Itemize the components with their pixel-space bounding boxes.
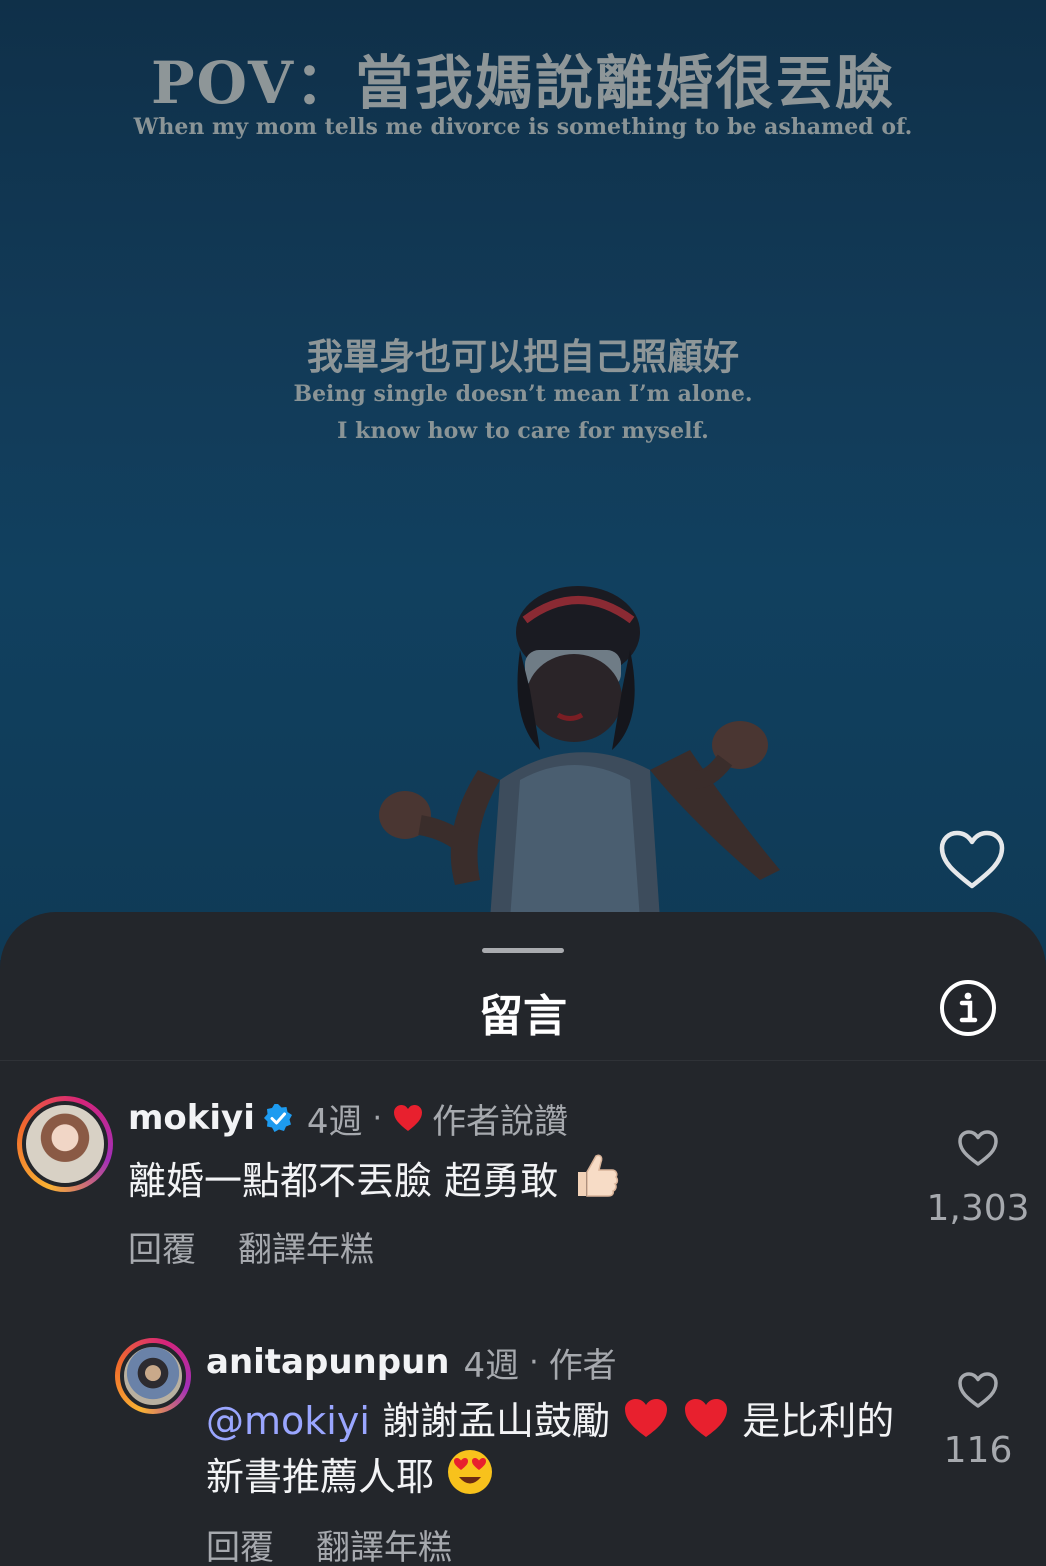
translate-button[interactable]: 翻譯年糕 bbox=[238, 1222, 374, 1271]
comment-text: @mokiyi 謝謝孟山鼓勵 是比利的新書推薦人耶 bbox=[206, 1394, 926, 1504]
video-caption-line: I know how to care for myself. bbox=[337, 418, 709, 444]
sheet-grabber[interactable] bbox=[482, 948, 564, 953]
comment-text-content: 離婚一點都不丟臉 超勇敢 bbox=[128, 1159, 559, 1203]
red-heart-icon bbox=[394, 1105, 423, 1131]
heart-outline-icon[interactable] bbox=[936, 828, 1008, 892]
author-liked-label: 作者說讚 bbox=[432, 1101, 569, 1142]
reply-button[interactable]: 回覆 bbox=[128, 1222, 196, 1271]
avatar[interactable] bbox=[115, 1338, 191, 1414]
comment-time: 4週 bbox=[463, 1345, 520, 1386]
sheet-title: 留言 bbox=[479, 991, 567, 1042]
comment-actions: 回覆 翻譯年糕 bbox=[128, 1222, 374, 1271]
verified-badge-icon bbox=[263, 1104, 292, 1132]
video-caption-title: POV：當我媽說離婚很丟臉 bbox=[150, 49, 896, 117]
like-count: 1,303 bbox=[926, 1188, 1030, 1229]
info-icon[interactable] bbox=[938, 978, 998, 1038]
comment-text: 離婚一點都不丟臉 超勇敢 bbox=[128, 1150, 620, 1208]
comment-header: mokiyi 4週 · 作者說讚 bbox=[128, 1096, 569, 1142]
mention-link[interactable]: @mokiyi bbox=[206, 1399, 370, 1443]
separator-dot: · bbox=[529, 1344, 539, 1380]
video-caption-subtitle: When my mom tells me divorce is somethin… bbox=[133, 114, 913, 140]
heart-outline-icon[interactable] bbox=[956, 1370, 1000, 1410]
comment-like: 116 bbox=[918, 1370, 1038, 1471]
comment-like: 1,303 bbox=[918, 1128, 1038, 1229]
video-caption-line: Being single doesn’t mean I’m alone. bbox=[293, 381, 753, 407]
reply-button[interactable]: 回覆 bbox=[206, 1520, 274, 1566]
comment-username[interactable]: anitapunpun bbox=[206, 1342, 450, 1382]
comment-text-content: 謝謝孟山鼓勵 bbox=[381, 1399, 610, 1443]
thumbs-up-icon bbox=[578, 1154, 619, 1197]
sheet-divider bbox=[0, 1060, 1046, 1061]
translate-button[interactable]: 翻譯年糕 bbox=[316, 1520, 452, 1566]
comment-time: 4週 bbox=[306, 1101, 363, 1142]
avatar[interactable] bbox=[17, 1096, 113, 1192]
like-count: 116 bbox=[943, 1430, 1013, 1471]
comment-header: anitapunpun 4週 · 作者 bbox=[206, 1340, 617, 1386]
author-badge: 作者 bbox=[548, 1345, 617, 1386]
video-player[interactable]: POV：當我媽說離婚很丟臉 When my mom tells me divor… bbox=[0, 0, 1046, 960]
comment-username[interactable]: mokiyi bbox=[128, 1098, 255, 1138]
separator-dot: · bbox=[372, 1100, 383, 1136]
red-heart-icon bbox=[685, 1399, 728, 1437]
comment-actions: 回覆 翻譯年糕 bbox=[206, 1520, 452, 1566]
video-person-figure bbox=[379, 586, 780, 920]
video-caption-mid: 我單身也可以把自己照顧好 bbox=[306, 336, 739, 378]
heart-eyes-icon bbox=[448, 1450, 493, 1494]
comments-sheet: 留言 mokiyi 4週 · 作者說讚 離婚一點都不丟臉 超勇敢 回覆 翻譯年糕 bbox=[0, 912, 1046, 1566]
heart-outline-icon[interactable] bbox=[956, 1128, 1000, 1168]
red-heart-icon bbox=[625, 1399, 668, 1437]
